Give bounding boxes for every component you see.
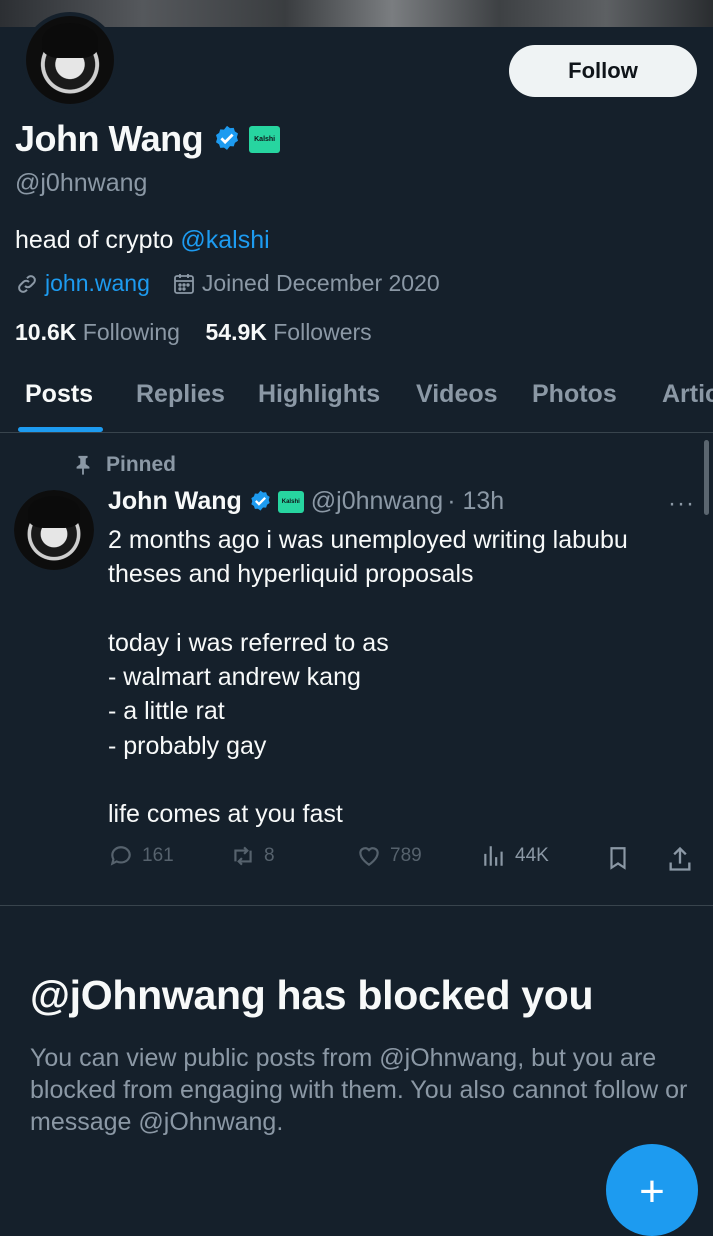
section-divider	[0, 905, 713, 906]
reply-icon	[110, 846, 131, 866]
joined-date: Joined December 2020	[201, 270, 440, 296]
blocked-title: @jOhnwang has blocked you	[30, 972, 594, 1018]
website-link[interactable]: john.wang	[45, 270, 150, 297]
pinned-label: Pinned	[106, 453, 177, 476]
profile-name-row: John Wang Kalshi	[15, 118, 281, 160]
scrollbar[interactable]	[704, 440, 709, 515]
profile-name: John Wang	[15, 118, 204, 159]
followers-label: Followers	[273, 319, 372, 345]
calendar-icon	[173, 273, 194, 294]
profile-tabs: Posts Replies Highlights Videos Photos A…	[0, 360, 713, 433]
tab-photos[interactable]: Photos	[532, 380, 617, 409]
tab-replies[interactable]: Replies	[136, 380, 225, 409]
heart-icon	[359, 847, 379, 866]
profile-bio: head of crypto @kalshi	[15, 226, 270, 255]
reply-button[interactable]: 161	[108, 843, 174, 869]
repost-icon	[234, 846, 252, 866]
tab-highlights[interactable]: Highlights	[258, 380, 380, 409]
post-author-handle[interactable]: @j0hnwang	[311, 487, 443, 516]
verified-badge-icon[interactable]	[212, 124, 242, 154]
repost-button[interactable]: 8	[230, 843, 275, 869]
pin-icon	[76, 455, 90, 476]
followers-link[interactable]: 54.9K Followers	[205, 319, 371, 345]
verified-badge-icon	[251, 490, 270, 511]
active-tab-indicator	[18, 427, 103, 432]
view-count: 44K	[515, 845, 549, 866]
plus-icon: +	[639, 1167, 665, 1216]
profile-handle: @j0hnwang	[15, 169, 148, 197]
blocked-description: You can view public posts from @jOhnwang…	[30, 1044, 688, 1136]
bookmark-icon[interactable]	[605, 845, 631, 871]
tab-posts[interactable]: Posts	[25, 380, 93, 409]
following-label: Following	[82, 319, 180, 345]
follow-button[interactable]: Follow	[509, 45, 697, 97]
follow-stats: 10.6K Following 54.9K Followers	[15, 319, 372, 346]
like-count: 789	[390, 845, 422, 866]
profile-meta: john.wang Joined December 2020	[15, 270, 440, 297]
following-link[interactable]: 10.6K Following	[15, 319, 180, 345]
link-icon	[18, 274, 36, 293]
post-timestamp[interactable]: · 13h	[447, 487, 504, 516]
following-count: 10.6K	[15, 319, 77, 345]
profile-avatar[interactable]	[22, 12, 118, 108]
reply-count: 161	[142, 845, 174, 866]
bio-mention-link[interactable]: @kalshi	[180, 226, 269, 254]
tab-videos[interactable]: Videos	[416, 380, 498, 409]
kalshi-affiliate-badge[interactable]: Kalshi	[249, 125, 281, 153]
more-options-icon[interactable]: ···	[668, 490, 695, 518]
post-body: 2 months ago i was unemployed writing la…	[108, 526, 628, 829]
post-actions: 161 8 789 44K	[108, 843, 698, 875]
tab-articles[interactable]: Artic	[662, 380, 713, 409]
share-icon[interactable]	[666, 845, 694, 873]
repost-count: 8	[264, 845, 275, 866]
compose-post-button[interactable]: +	[606, 1144, 698, 1236]
profile-banner[interactable]	[0, 0, 713, 27]
pinned-indicator: Pinned	[72, 453, 176, 477]
views-button[interactable]: 44K	[481, 843, 549, 869]
like-button[interactable]: 789	[356, 843, 422, 869]
kalshi-affiliate-badge: Kalshi	[277, 490, 304, 513]
followers-count: 54.9K	[205, 319, 267, 345]
analytics-icon	[484, 846, 503, 866]
post-header: John Wang Kalshi @j0hnwang · 13h	[108, 487, 504, 516]
bio-text: head of crypto	[15, 226, 181, 254]
post-author-name[interactable]: John Wang	[108, 487, 242, 516]
post-author-avatar[interactable]	[14, 490, 94, 570]
